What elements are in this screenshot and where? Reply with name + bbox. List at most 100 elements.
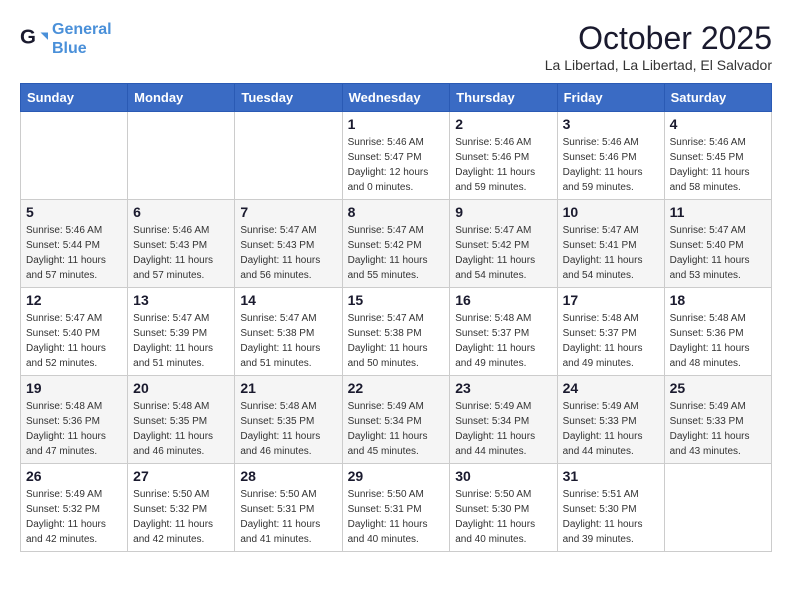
weekday-header-row: SundayMondayTuesdayWednesdayThursdayFrid… — [21, 84, 772, 112]
day-number: 24 — [563, 380, 659, 396]
logo-line2: Blue — [52, 40, 87, 57]
day-info: Sunrise: 5:48 AM Sunset: 5:35 PM Dayligh… — [133, 399, 229, 459]
calendar-cell: 4 Sunrise: 5:46 AM Sunset: 5:45 PM Daylig… — [664, 112, 771, 200]
calendar-cell: 20 Sunrise: 5:48 AM Sunset: 5:35 PM Dayli… — [128, 376, 235, 464]
day-number: 9 — [455, 204, 551, 220]
calendar-cell: 24 Sunrise: 5:49 AM Sunset: 5:33 PM Dayli… — [557, 376, 664, 464]
calendar-cell: 30 Sunrise: 5:50 AM Sunset: 5:30 PM Dayli… — [450, 464, 557, 552]
day-info: Sunrise: 5:49 AM Sunset: 5:33 PM Dayligh… — [670, 399, 766, 459]
day-number: 30 — [455, 468, 551, 484]
calendar-cell: 3Sunrise: 5:46 AM Sunset: 5:46 PM Daylig… — [557, 112, 664, 200]
day-info: Sunrise: 5:47 AM Sunset: 5:43 PM Dayligh… — [240, 223, 336, 283]
day-info: Sunrise: 5:49 AM Sunset: 5:33 PM Dayligh… — [563, 399, 659, 459]
day-number: 12 — [26, 292, 122, 308]
logo-icon: G — [20, 25, 48, 53]
calendar-cell: 29 Sunrise: 5:50 AM Sunset: 5:31 PM Dayli… — [342, 464, 450, 552]
day-number: 22 — [348, 380, 445, 396]
calendar-cell: 16Sunrise: 5:48 AM Sunset: 5:37 PM Dayli… — [450, 288, 557, 376]
day-number: 29 — [348, 468, 445, 484]
calendar-cell — [21, 112, 128, 200]
calendar-cell: 10 Sunrise: 5:47 AM Sunset: 5:41 PM Dayli… — [557, 200, 664, 288]
day-number: 6 — [133, 204, 229, 220]
weekday-header-tuesday: Tuesday — [235, 84, 342, 112]
calendar-cell: 7Sunrise: 5:47 AM Sunset: 5:43 PM Daylig… — [235, 200, 342, 288]
day-number: 25 — [670, 380, 766, 396]
month-title: October 2025 — [545, 20, 772, 57]
day-number: 15 — [348, 292, 445, 308]
day-number: 1 — [348, 116, 445, 132]
weekday-header-sunday: Sunday — [21, 84, 128, 112]
day-info: Sunrise: 5:48 AM Sunset: 5:37 PM Dayligh… — [455, 311, 551, 371]
calendar-cell: 27Sunrise: 5:50 AM Sunset: 5:32 PM Dayli… — [128, 464, 235, 552]
day-info: Sunrise: 5:46 AM Sunset: 5:44 PM Dayligh… — [26, 223, 122, 283]
logo-line1: General — [52, 21, 112, 38]
day-number: 3 — [563, 116, 659, 132]
page-header: G General Blue October 2025 La Libertad,… — [20, 20, 772, 73]
day-info: Sunrise: 5:47 AM Sunset: 5:38 PM Dayligh… — [348, 311, 445, 371]
calendar-cell: 9Sunrise: 5:47 AM Sunset: 5:42 PM Daylig… — [450, 200, 557, 288]
calendar-cell: 5 Sunrise: 5:46 AM Sunset: 5:44 PM Daylig… — [21, 200, 128, 288]
day-info: Sunrise: 5:47 AM Sunset: 5:42 PM Dayligh… — [348, 223, 445, 283]
week-row-1: 1 Sunrise: 5:46 AM Sunset: 5:47 PM Daylig… — [21, 112, 772, 200]
calendar-cell: 11 Sunrise: 5:47 AM Sunset: 5:40 PM Dayli… — [664, 200, 771, 288]
day-info: Sunrise: 5:47 AM Sunset: 5:41 PM Dayligh… — [563, 223, 659, 283]
day-number: 10 — [563, 204, 659, 220]
day-info: Sunrise: 5:49 AM Sunset: 5:34 PM Dayligh… — [348, 399, 445, 459]
day-info: Sunrise: 5:46 AM Sunset: 5:46 PM Dayligh… — [455, 135, 551, 195]
day-info: Sunrise: 5:47 AM Sunset: 5:39 PM Dayligh… — [133, 311, 229, 371]
day-number: 2 — [455, 116, 551, 132]
calendar-cell: 14Sunrise: 5:47 AM Sunset: 5:38 PM Dayli… — [235, 288, 342, 376]
calendar-cell: 17 Sunrise: 5:48 AM Sunset: 5:37 PM Dayli… — [557, 288, 664, 376]
day-number: 18 — [670, 292, 766, 308]
day-number: 5 — [26, 204, 122, 220]
day-number: 31 — [563, 468, 659, 484]
day-info: Sunrise: 5:47 AM Sunset: 5:40 PM Dayligh… — [670, 223, 766, 283]
day-info: Sunrise: 5:48 AM Sunset: 5:36 PM Dayligh… — [26, 399, 122, 459]
logo-text: General Blue — [52, 20, 112, 58]
weekday-header-thursday: Thursday — [450, 84, 557, 112]
calendar-cell: 1 Sunrise: 5:46 AM Sunset: 5:47 PM Daylig… — [342, 112, 450, 200]
calendar-cell — [235, 112, 342, 200]
calendar-cell: 19 Sunrise: 5:48 AM Sunset: 5:36 PM Dayli… — [21, 376, 128, 464]
day-number: 19 — [26, 380, 122, 396]
calendar-cell: 8 Sunrise: 5:47 AM Sunset: 5:42 PM Daylig… — [342, 200, 450, 288]
day-number: 23 — [455, 380, 551, 396]
weekday-header-friday: Friday — [557, 84, 664, 112]
day-number: 26 — [26, 468, 122, 484]
day-number: 20 — [133, 380, 229, 396]
calendar-cell: 26Sunrise: 5:49 AM Sunset: 5:32 PM Dayli… — [21, 464, 128, 552]
day-info: Sunrise: 5:50 AM Sunset: 5:30 PM Dayligh… — [455, 487, 551, 547]
day-info: Sunrise: 5:47 AM Sunset: 5:40 PM Dayligh… — [26, 311, 122, 371]
calendar-cell: 22 Sunrise: 5:49 AM Sunset: 5:34 PM Dayli… — [342, 376, 450, 464]
day-info: Sunrise: 5:47 AM Sunset: 5:38 PM Dayligh… — [240, 311, 336, 371]
calendar-cell: 12 Sunrise: 5:47 AM Sunset: 5:40 PM Dayli… — [21, 288, 128, 376]
calendar-cell: 25 Sunrise: 5:49 AM Sunset: 5:33 PM Dayli… — [664, 376, 771, 464]
calendar-cell: 13 Sunrise: 5:47 AM Sunset: 5:39 PM Dayli… — [128, 288, 235, 376]
day-number: 8 — [348, 204, 445, 220]
title-block: October 2025 La Libertad, La Libertad, E… — [545, 20, 772, 73]
day-info: Sunrise: 5:46 AM Sunset: 5:45 PM Dayligh… — [670, 135, 766, 195]
logo: G General Blue — [20, 20, 112, 58]
calendar-cell: 2 Sunrise: 5:46 AM Sunset: 5:46 PM Daylig… — [450, 112, 557, 200]
week-row-5: 26Sunrise: 5:49 AM Sunset: 5:32 PM Dayli… — [21, 464, 772, 552]
day-number: 4 — [670, 116, 766, 132]
day-number: 28 — [240, 468, 336, 484]
weekday-header-wednesday: Wednesday — [342, 84, 450, 112]
week-row-4: 19 Sunrise: 5:48 AM Sunset: 5:36 PM Dayli… — [21, 376, 772, 464]
day-number: 17 — [563, 292, 659, 308]
week-row-3: 12 Sunrise: 5:47 AM Sunset: 5:40 PM Dayli… — [21, 288, 772, 376]
day-info: Sunrise: 5:46 AM Sunset: 5:47 PM Dayligh… — [348, 135, 445, 195]
calendar-cell: 23 Sunrise: 5:49 AM Sunset: 5:34 PM Dayli… — [450, 376, 557, 464]
day-info: Sunrise: 5:48 AM Sunset: 5:37 PM Dayligh… — [563, 311, 659, 371]
day-info: Sunrise: 5:48 AM Sunset: 5:36 PM Dayligh… — [670, 311, 766, 371]
day-number: 27 — [133, 468, 229, 484]
week-row-2: 5 Sunrise: 5:46 AM Sunset: 5:44 PM Daylig… — [21, 200, 772, 288]
day-info: Sunrise: 5:51 AM Sunset: 5:30 PM Dayligh… — [563, 487, 659, 547]
day-number: 11 — [670, 204, 766, 220]
calendar-cell: 21Sunrise: 5:48 AM Sunset: 5:35 PM Dayli… — [235, 376, 342, 464]
day-info: Sunrise: 5:50 AM Sunset: 5:31 PM Dayligh… — [348, 487, 445, 547]
svg-text:G: G — [20, 26, 36, 49]
calendar-cell — [664, 464, 771, 552]
day-number: 13 — [133, 292, 229, 308]
day-info: Sunrise: 5:49 AM Sunset: 5:34 PM Dayligh… — [455, 399, 551, 459]
